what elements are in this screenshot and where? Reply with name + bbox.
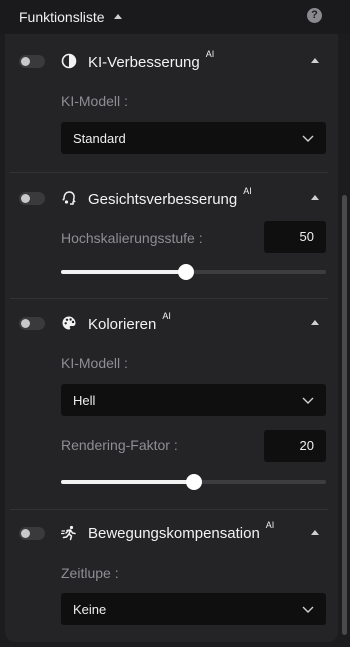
ai-badge: AI — [162, 311, 171, 321]
value-number: 50 — [299, 229, 314, 244]
help-icon[interactable]: ? — [307, 8, 322, 23]
section-collapse-icon[interactable] — [311, 195, 319, 200]
toggle-knob — [21, 194, 30, 203]
ki-modell-label: KI-Modell : — [61, 93, 128, 109]
hochskalierungsstufe-value-box[interactable]: 50 — [264, 221, 326, 253]
select-value: Standard — [73, 131, 126, 146]
rendering-faktor-label: Rendering-Faktor : — [61, 437, 178, 453]
rendering-faktor-value-box[interactable]: 20 — [264, 430, 326, 462]
gesichtsverbesserung-toggle[interactable] — [19, 192, 45, 205]
panel-header: Funktionsliste ? — [0, 0, 350, 34]
section-collapse-icon[interactable] — [311, 320, 319, 325]
hochskalierungsstufe-slider[interactable] — [61, 264, 326, 280]
ki-modell-select[interactable]: Hell — [61, 384, 326, 416]
slider-fill — [61, 480, 194, 484]
scrollbar[interactable] — [342, 195, 347, 635]
section-title-ki-verbesserung: KI-Verbesserung AI — [88, 49, 215, 71]
slider-thumb[interactable] — [177, 264, 194, 280]
section-title-bewegungskompensation: Bewegungskompensation AI — [88, 520, 275, 542]
ai-badge: AI — [243, 186, 252, 196]
zeitlupe-select[interactable]: Keine — [61, 593, 326, 625]
panel-title: Funktionsliste — [19, 9, 105, 25]
zeitlupe-label: Zeitlupe : — [61, 565, 119, 581]
section-divider — [10, 298, 328, 299]
toggle-knob — [21, 57, 30, 66]
ai-badge: AI — [265, 520, 275, 530]
contrast-icon — [61, 53, 77, 69]
section-collapse-icon[interactable] — [311, 530, 319, 535]
slider-fill — [61, 270, 186, 274]
hochskalierungsstufe-label: Hochskalierungsstufe : — [61, 230, 203, 246]
slider-thumb[interactable] — [185, 474, 202, 490]
section-title-gesichtsverbesserung: Gesichtsverbesserung AI — [88, 186, 252, 208]
kolorieren-toggle[interactable] — [19, 317, 45, 330]
section-title-kolorieren: Kolorieren AI — [88, 311, 171, 333]
toggle-knob — [21, 319, 30, 328]
ki-verbesserung-toggle[interactable] — [19, 55, 45, 68]
section-collapse-icon[interactable] — [311, 58, 319, 63]
ai-badge: AI — [205, 49, 215, 59]
face-icon — [62, 191, 76, 205]
toggle-knob — [21, 529, 30, 538]
ki-modell-select[interactable]: Standard — [61, 122, 326, 154]
collapse-caret-icon[interactable] — [114, 14, 122, 19]
chevron-down-icon — [302, 397, 314, 404]
section-divider — [10, 172, 328, 173]
running-icon — [61, 525, 76, 541]
rendering-faktor-slider[interactable] — [61, 474, 326, 490]
bewegungskompensation-toggle[interactable] — [19, 527, 45, 540]
chevron-down-icon — [302, 135, 314, 142]
section-divider — [10, 509, 328, 510]
ki-modell-label: KI-Modell : — [61, 355, 128, 371]
select-value: Hell — [73, 393, 96, 408]
value-number: 20 — [299, 438, 314, 453]
select-value: Keine — [73, 602, 107, 617]
chevron-down-icon — [302, 606, 314, 613]
palette-icon — [62, 316, 76, 330]
